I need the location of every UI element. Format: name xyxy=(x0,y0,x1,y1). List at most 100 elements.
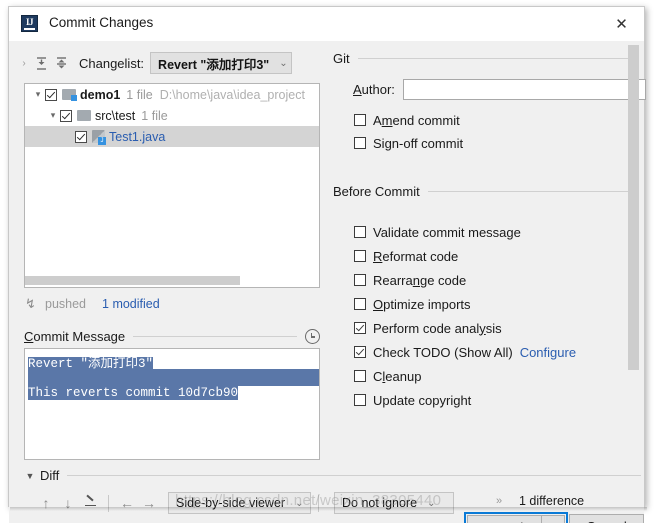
checkbox-label: Update copyright xyxy=(373,392,472,408)
scrollbar-thumb[interactable] xyxy=(25,276,240,285)
checkbox-box[interactable] xyxy=(354,322,366,334)
table-row[interactable]: ▾ src\test 1 file xyxy=(25,105,319,126)
node-file-count: 1 file xyxy=(141,108,168,123)
configure-link[interactable]: Configure xyxy=(520,345,576,360)
perform-code-analysis-checkbox[interactable]: Perform code analysis xyxy=(354,319,502,337)
update-copyright-checkbox[interactable]: Update copyright xyxy=(354,391,471,409)
chevron-down-icon[interactable]: ▾ xyxy=(46,110,60,121)
desktop-background: IJ Commit Changes ✕ › Changelist: Revert… xyxy=(0,0,660,523)
author-row: Author: xyxy=(353,79,646,100)
commit-message-input[interactable]: Revert "添加打印3" This reverts commit 10d7c… xyxy=(24,348,320,460)
changelist-dropdown[interactable]: Revert "添加打印3" ⌄ xyxy=(150,52,293,74)
checkbox-box[interactable] xyxy=(354,226,366,238)
commit-message-line: Revert "添加打印3" xyxy=(28,352,319,371)
author-label: Author: xyxy=(353,82,395,97)
status-badge: pushed xyxy=(45,297,87,311)
amend-commit-checkbox[interactable]: Amend commit xyxy=(354,111,460,129)
commit-button[interactable]: Commit xyxy=(467,515,542,523)
commit-changes-dialog: IJ Commit Changes ✕ › Changelist: Revert… xyxy=(8,6,646,523)
checkbox-box[interactable] xyxy=(354,250,366,262)
changelist-toolbar: › Changelist: Revert "添加打印3" ⌄ xyxy=(17,51,319,75)
java-file-icon xyxy=(92,130,106,145)
triangle-down-icon[interactable]: ▼ xyxy=(24,471,36,481)
checkbox-box[interactable] xyxy=(354,346,366,358)
expand-all-icon[interactable] xyxy=(31,53,51,73)
checkbox-box[interactable] xyxy=(354,137,366,149)
node-label: Test1.java xyxy=(109,129,166,144)
changelist-value: Revert "添加打印3" xyxy=(158,57,270,72)
cancel-button[interactable]: Cancel xyxy=(569,514,644,523)
changed-files-tree[interactable]: ▾ demo1 1 file D:\home\java\idea_project… xyxy=(24,83,320,288)
commit-message-header: Commit Message xyxy=(24,329,320,344)
checkbox-box[interactable] xyxy=(354,394,366,406)
modified-count-link[interactable]: 1 modified xyxy=(102,297,160,311)
checkbox-box[interactable] xyxy=(354,114,366,126)
right-panel: Git Author: Amend commit Sign-off commit xyxy=(327,41,646,506)
check-todo-checkbox[interactable]: Check TODO (Show All) Configure xyxy=(354,343,576,361)
chevron-down-icon[interactable]: ▾ xyxy=(31,89,45,100)
before-commit-section-header: Before Commit xyxy=(333,184,633,199)
commit-message-line: This reverts commit 10d7cb90 xyxy=(28,386,319,403)
scrollbar-thumb[interactable] xyxy=(628,45,639,370)
collapse-all-icon[interactable] xyxy=(51,53,71,73)
commit-message-title: Commit Message xyxy=(24,329,126,344)
divider xyxy=(357,58,633,59)
commit-message-line xyxy=(28,369,319,386)
overflow-chevrons-icon[interactable]: » xyxy=(496,495,502,507)
checkbox-label: Rearrange code xyxy=(373,272,467,288)
node-file-count: 1 file xyxy=(126,87,153,102)
history-clock-icon[interactable] xyxy=(305,329,320,344)
left-panel: › Changelist: Revert "添加打印3" ⌄ ▾ demo1 1… xyxy=(9,41,641,506)
close-icon[interactable]: ✕ xyxy=(599,7,644,40)
title-bar: IJ Commit Changes ✕ xyxy=(9,7,644,42)
file-checkbox[interactable] xyxy=(75,130,87,143)
file-checkbox[interactable] xyxy=(60,109,72,122)
checkbox-label: Optimize imports xyxy=(373,296,471,312)
checkbox-box[interactable] xyxy=(354,370,366,382)
checkbox-label: Reformat code xyxy=(373,248,459,264)
changelist-label: Changelist: xyxy=(79,55,145,71)
commit-message-text: This reverts commit 10d7cb90 xyxy=(28,386,239,400)
right-panel-scrollbar[interactable] xyxy=(628,45,639,445)
checkbox-label: Perform code analysis xyxy=(373,320,502,336)
rearrange-code-checkbox[interactable]: Rearrange code xyxy=(354,271,466,289)
node-path: D:\home\java\idea_project xyxy=(159,87,305,102)
divider xyxy=(133,336,297,337)
checkbox-label: Validate commit message xyxy=(373,224,521,240)
repo-status-row: ↯ pushed 1 modified xyxy=(25,296,160,312)
optimize-imports-checkbox[interactable]: Optimize imports xyxy=(354,295,471,313)
node-label: demo1 xyxy=(80,87,121,102)
checkbox-box[interactable] xyxy=(354,298,366,310)
git-branch-icon: ↯ xyxy=(25,296,36,311)
git-section-title: Git xyxy=(333,51,350,66)
window-title: Commit Changes xyxy=(49,15,154,30)
intellij-idea-icon: IJ xyxy=(21,15,38,32)
toolbar-chevron-icon[interactable]: › xyxy=(17,53,31,73)
before-commit-title: Before Commit xyxy=(333,184,420,199)
difference-count-label: 1 difference xyxy=(519,494,585,508)
commit-dropdown-button[interactable]: ⌄ xyxy=(542,515,565,523)
chevron-down-icon: ⌄ xyxy=(279,57,288,69)
table-row[interactable]: Test1.java xyxy=(25,126,319,147)
checkbox-label: Check TODO (Show All) xyxy=(373,344,513,360)
tree-horizontal-scrollbar[interactable] xyxy=(25,275,319,286)
commit-button-group: Commit ⌄ xyxy=(464,512,568,523)
file-checkbox[interactable] xyxy=(45,88,57,101)
checkbox-box[interactable] xyxy=(354,274,366,286)
node-label: src\test xyxy=(95,108,136,123)
cleanup-checkbox[interactable]: Cleanup xyxy=(354,367,421,385)
reformat-code-checkbox[interactable]: Reformat code xyxy=(354,247,458,265)
author-field[interactable] xyxy=(402,79,646,100)
folder-icon xyxy=(77,110,91,121)
table-row[interactable]: ▾ demo1 1 file D:\home\java\idea_project xyxy=(25,84,319,105)
checkbox-label: Sign-off commit xyxy=(373,135,464,151)
divider xyxy=(427,191,633,192)
validate-commit-message-checkbox[interactable]: Validate commit message xyxy=(354,223,521,241)
diff-section-title: Diff xyxy=(40,468,60,483)
dialog-content: › Changelist: Revert "添加打印3" ⌄ ▾ demo1 1… xyxy=(9,41,646,523)
commit-message-text: Revert "添加打印3" xyxy=(28,357,154,371)
git-section-header: Git xyxy=(333,51,633,66)
checkbox-label: Cleanup xyxy=(373,368,422,384)
checkbox-label: Amend commit xyxy=(373,112,460,128)
signoff-commit-checkbox[interactable]: Sign-off commit xyxy=(354,134,463,152)
